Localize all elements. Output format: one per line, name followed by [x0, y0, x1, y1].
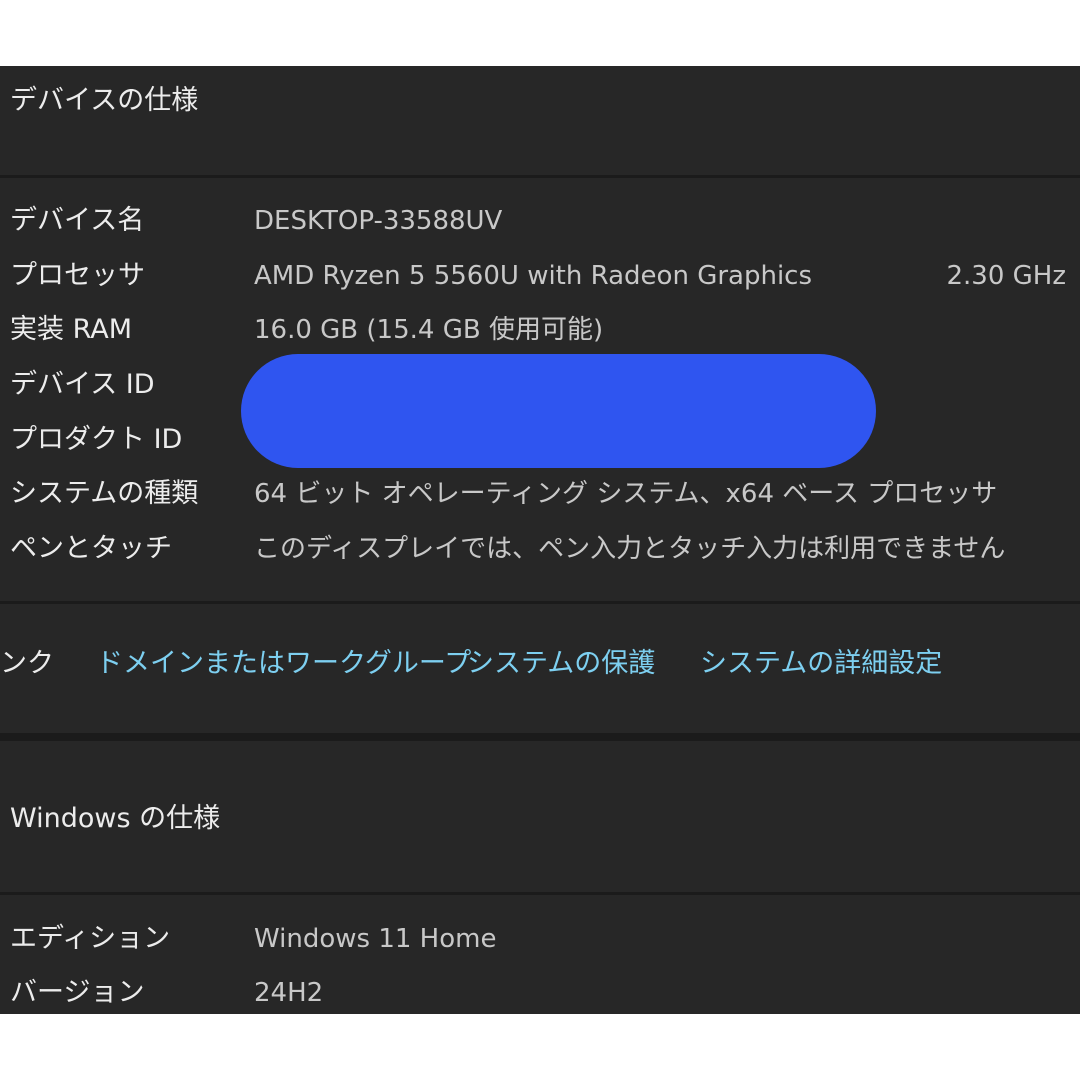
- processor-clock: 2.30 GHz: [946, 261, 1066, 291]
- spec-value: 64 ビット オペレーティング システム、x64 ベース プロセッサ: [254, 479, 998, 509]
- spec-value: AMD Ryzen 5 5560U with Radeon Graphics: [254, 261, 813, 291]
- spec-label: プロセッサ: [10, 260, 145, 291]
- spec-row-system-type: システムの種類 64 ビット オペレーティング システム、x64 ベース プロセ…: [0, 474, 1080, 514]
- spec-value: このディスプレイでは、ペン入力とタッチ入力は利用できません: [254, 534, 1006, 564]
- spec-value: 24H2: [254, 978, 324, 1008]
- section-divider: [0, 892, 1080, 895]
- section-divider: [0, 601, 1080, 604]
- spec-label: デバイス名: [10, 205, 145, 236]
- link-domain-workgroup[interactable]: ドメインまたはワークグループ: [96, 640, 471, 688]
- spec-row-edition: エディション Windows 11 Home: [0, 919, 1080, 959]
- link-system-protection[interactable]: システムの保護: [467, 640, 655, 688]
- spec-row-pen-touch: ペンとタッチ このディスプレイでは、ペン入力とタッチ入力は利用できません: [0, 529, 1080, 569]
- device-spec-title: デバイスの仕様: [10, 85, 199, 116]
- spec-value: Windows 11 Home: [254, 924, 497, 954]
- redaction-overlay: [241, 354, 876, 468]
- spec-label: ペンとタッチ: [10, 533, 172, 564]
- related-links-label: ンク: [0, 648, 54, 679]
- spec-label: エディション: [10, 923, 171, 954]
- section-divider: [0, 175, 1080, 178]
- spec-label: 実装 RAM: [10, 314, 133, 345]
- spec-row-version: バージョン 24H2: [0, 973, 1080, 1013]
- spec-label: システムの種類: [10, 478, 199, 509]
- spec-label: デバイス ID: [10, 369, 155, 400]
- spec-row-ram: 実装 RAM 16.0 GB (15.4 GB 使用可能): [0, 310, 1080, 350]
- windows-spec-title: Windows の仕様: [10, 803, 221, 834]
- spec-row-processor: プロセッサ AMD Ryzen 5 5560U with Radeon Grap…: [0, 256, 1080, 296]
- related-links-bar: ンク ドメインまたはワークグループ システムの保護 システムの詳細設定: [0, 640, 1080, 688]
- spec-label: バージョン: [10, 977, 145, 1008]
- spec-label: プロダクト ID: [10, 424, 183, 455]
- spec-value: 16.0 GB (15.4 GB 使用可能): [254, 315, 604, 345]
- spec-value: DESKTOP-33588UV: [254, 206, 503, 236]
- link-advanced-system-settings[interactable]: システムの詳細設定: [700, 640, 942, 688]
- section-divider: [0, 733, 1080, 741]
- spec-row-device-name: デバイス名 DESKTOP-33588UV: [0, 201, 1080, 241]
